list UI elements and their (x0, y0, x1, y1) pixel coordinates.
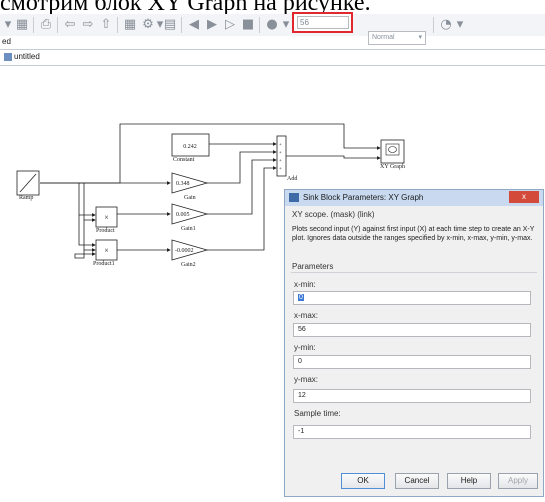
cancel-button[interactable]: Cancel (395, 473, 439, 489)
sample-time-value: -1 (298, 428, 305, 435)
signal-gain-to-add (207, 150, 277, 184)
step-forward-icon[interactable]: ▷ (222, 17, 238, 33)
x-min-value: 0 (298, 294, 304, 301)
x-max-input[interactable]: 56 (293, 323, 531, 337)
product1-symbol: × (104, 246, 109, 255)
y-min-value: 0 (298, 358, 302, 365)
y-max-input[interactable]: 12 (293, 389, 531, 403)
sample-time-label: Sample time: (294, 409, 341, 418)
help-button[interactable]: Help (447, 473, 491, 489)
signal-to-product1-a (78, 215, 96, 247)
product-label: Product (96, 228, 115, 234)
product-block[interactable]: × (95, 206, 118, 228)
constant-label: Constant (173, 157, 195, 163)
xy-graph-block[interactable] (380, 139, 405, 164)
breadcrumb-model-name[interactable]: untitled (14, 52, 40, 61)
sample-time-input[interactable]: -1 (293, 425, 531, 439)
svg-text:+: + (279, 151, 282, 156)
gain2-block[interactable]: -0.0002 (171, 239, 209, 261)
toolbar: ▾ ▦ ⎙ ⇦ ⇨ ⇧ ▦ ⚙ ▾ ▤ ◀ ▶ ▷ ■ ● ▾ Normal ▾… (0, 14, 545, 45)
signal-gain2-to-add (207, 166, 277, 251)
constant-block[interactable]: 0.242 (171, 133, 210, 157)
gain2-label: Gain2 (181, 262, 196, 268)
x-max-label: x-max: (294, 311, 318, 320)
signal-to-product-b (83, 183, 96, 222)
add-label: Add (287, 176, 298, 182)
signal-to-product1-b (83, 220, 96, 252)
model-icon (4, 53, 12, 61)
gain1-value: 0.005 (176, 212, 190, 218)
step-back-icon[interactable]: ◀ (186, 17, 202, 33)
y-max-label: y-max: (294, 375, 318, 384)
new-model-icon[interactable]: ▦ (14, 17, 30, 33)
product1-block[interactable]: × (95, 239, 118, 261)
dialog-subtitle: XY scope. (mask) (link) (292, 210, 375, 219)
y-min-label: y-min: (294, 343, 316, 352)
apply-button[interactable]: Apply (498, 473, 538, 489)
gain2-value: -0.0002 (175, 248, 194, 254)
gain-label: Gain (184, 195, 196, 201)
gain1-block[interactable]: 0.005 (171, 203, 209, 225)
ramp-label: Ramp (19, 195, 34, 201)
up-icon[interactable]: ⇧ (98, 17, 114, 33)
add-block[interactable]: + + + + (276, 135, 287, 177)
ramp-block[interactable] (16, 170, 40, 196)
external-mode-dropdown-icon[interactable]: ▾ (452, 17, 468, 33)
xy-graph-label: XY Graph (380, 164, 405, 170)
stop-icon[interactable]: ■ (240, 17, 256, 33)
block-parameters-dialog: Sink Block Parameters: XY Graph x XY sco… (284, 189, 544, 497)
back-icon[interactable]: ⇦ (62, 17, 78, 33)
x-min-label: x-min: (294, 280, 316, 289)
close-button[interactable]: x (509, 191, 539, 203)
gain1-label: Gain1 (181, 226, 196, 232)
stop-time-input[interactable] (297, 16, 349, 29)
y-max-value: 12 (298, 392, 306, 399)
dialog-description: Plots second input (Y) against first inp… (292, 226, 535, 242)
product-symbol: × (104, 213, 109, 222)
stop-time-highlight (292, 12, 353, 33)
x-min-input[interactable]: 0 (293, 291, 531, 305)
page-caption: смотрим блок XY Graph на рисунке. (0, 0, 371, 16)
library-icon[interactable]: ▤ (162, 17, 178, 33)
ok-button[interactable]: OK (341, 473, 385, 489)
constant-value: 0.242 (183, 144, 197, 150)
x-max-value: 56 (298, 326, 306, 333)
forward-icon[interactable]: ⇨ (80, 17, 96, 33)
print-icon[interactable]: ⎙ (38, 17, 54, 33)
parameters-heading: Parameters (292, 262, 334, 271)
run-icon[interactable]: ▶ (204, 17, 220, 33)
signal-to-product1-c (74, 250, 96, 259)
svg-text:+: + (279, 167, 282, 172)
gain-block[interactable]: 0.348 (171, 172, 209, 194)
signal-to-product-a (78, 183, 96, 217)
svg-text:+: + (279, 159, 282, 164)
dialog-title-bar[interactable]: Sink Block Parameters: XY Graph x (285, 190, 543, 206)
signal-line-top (40, 123, 381, 184)
gain-value: 0.348 (176, 181, 190, 187)
y-min-input[interactable]: 0 (293, 355, 531, 369)
svg-text:+: + (279, 143, 282, 148)
signal-add-to-xy (286, 155, 381, 160)
simulink-icon (289, 193, 299, 202)
model-browser-icon[interactable]: ▦ (122, 17, 138, 33)
close-icon: x (522, 192, 526, 201)
product1-label: Product1 (93, 261, 115, 267)
model-tab-label[interactable]: ed (2, 37, 11, 46)
model-tab-row: ed (0, 36, 545, 49)
dialog-title: Sink Block Parameters: XY Graph (303, 193, 424, 202)
